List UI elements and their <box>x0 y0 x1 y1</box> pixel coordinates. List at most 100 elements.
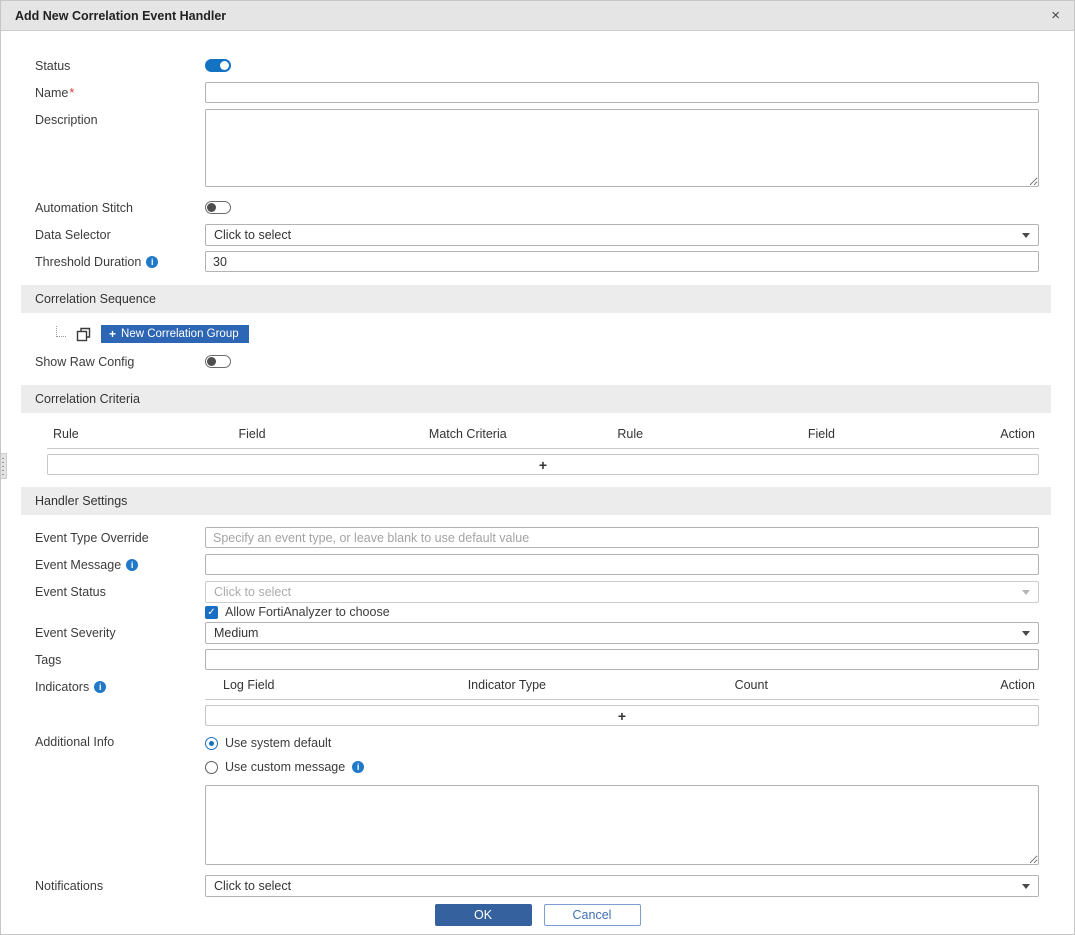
col-rule-2: Rule <box>617 427 807 441</box>
col-action: Action <box>935 678 1039 692</box>
use-system-default-radio[interactable] <box>205 737 218 750</box>
automation-stitch-toggle[interactable] <box>205 201 231 214</box>
section-handler-settings: Handler Settings <box>21 487 1051 515</box>
event-severity-dropdown[interactable]: Medium <box>205 622 1039 644</box>
show-raw-config-label: Show Raw Config <box>35 351 205 373</box>
indicators-add-row-button[interactable]: + <box>205 705 1039 726</box>
section-correlation-sequence: Correlation Sequence <box>21 285 1051 313</box>
ok-button[interactable]: OK <box>435 904 532 926</box>
col-count: Count <box>735 678 935 692</box>
event-message-row: Event Messagei <box>1 554 1074 576</box>
additional-info-row: Additional Info Use system default Use c… <box>1 731 1074 870</box>
chevron-down-icon <box>1022 631 1030 636</box>
info-icon[interactable]: i <box>146 256 158 268</box>
info-icon[interactable]: i <box>94 681 106 693</box>
col-field: Field <box>238 427 428 441</box>
event-status-value: Click to select <box>214 585 291 599</box>
event-severity-value: Medium <box>214 626 258 640</box>
allow-choose-row: ✓ Allow FortiAnalyzer to choose <box>205 605 1039 619</box>
required-mark: * <box>69 86 74 100</box>
event-type-override-label: Event Type Override <box>35 527 205 549</box>
threshold-label: Threshold Durationi <box>35 251 205 273</box>
notifications-label: Notifications <box>35 875 205 897</box>
data-selector-dropdown[interactable]: Click to select <box>205 224 1039 246</box>
criteria-add-row-button[interactable]: + <box>47 454 1039 475</box>
status-toggle[interactable] <box>205 59 231 72</box>
data-selector-row: Data Selector Click to select <box>1 224 1074 246</box>
dialog-footer: OK Cancel <box>1 904 1074 926</box>
use-custom-message-radio[interactable] <box>205 761 218 774</box>
panel-resize-handle[interactable] <box>1 453 7 479</box>
event-status-label: Event Status <box>35 581 205 603</box>
event-status-row: Event Status Click to select ✓ Allow For… <box>1 581 1074 622</box>
threshold-input[interactable] <box>205 251 1039 272</box>
description-textarea[interactable] <box>205 109 1039 187</box>
dialog-body: Status Name* Description Automation Stit… <box>1 31 1074 926</box>
use-custom-message-label: Use custom message <box>225 760 345 774</box>
name-label: Name* <box>35 82 205 104</box>
new-correlation-group-button[interactable]: + New Correlation Group <box>101 325 249 343</box>
indicators-row: Indicatorsi Log Field Indicator Type Cou… <box>1 676 1074 726</box>
status-label: Status <box>35 55 205 77</box>
indicators-table: Log Field Indicator Type Count Action + <box>205 676 1039 726</box>
status-row: Status <box>1 55 1074 77</box>
col-log-field: Log Field <box>205 678 468 692</box>
chevron-down-icon <box>1022 884 1030 889</box>
check-icon: ✓ <box>207 607 215 618</box>
show-raw-config-toggle[interactable] <box>205 355 231 368</box>
chevron-down-icon <box>1022 233 1030 238</box>
col-match-criteria: Match Criteria <box>429 427 617 441</box>
indicators-label: Indicatorsi <box>35 676 205 698</box>
correlation-group-icon[interactable] <box>76 327 91 342</box>
allow-fortianalyzer-checkbox[interactable]: ✓ <box>205 606 218 619</box>
notifications-dropdown[interactable]: Click to select <box>205 875 1039 897</box>
threshold-row: Threshold Durationi <box>1 251 1074 273</box>
notifications-row: Notifications Click to select <box>1 875 1074 897</box>
tags-row: Tags <box>1 649 1074 671</box>
col-indicator-type: Indicator Type <box>468 678 735 692</box>
tree-connector <box>56 326 66 337</box>
event-severity-row: Event Severity Medium <box>1 622 1074 644</box>
name-input[interactable] <box>205 82 1039 103</box>
event-severity-label: Event Severity <box>35 622 205 644</box>
chevron-down-icon <box>1022 590 1030 595</box>
data-selector-value: Click to select <box>214 228 291 242</box>
new-correlation-group-label: New Correlation Group <box>121 328 239 340</box>
notifications-value: Click to select <box>214 879 291 893</box>
criteria-table-header: Rule Field Match Criteria Rule Field Act… <box>47 425 1039 449</box>
event-type-override-row: Event Type Override <box>1 527 1074 549</box>
toggle-knob <box>207 203 216 212</box>
tags-label: Tags <box>35 649 205 671</box>
show-raw-config-row: Show Raw Config <box>1 351 1074 373</box>
correlation-sequence-tree: + New Correlation Group <box>1 325 1074 343</box>
event-message-input[interactable] <box>205 554 1039 575</box>
cancel-button[interactable]: Cancel <box>544 904 641 926</box>
info-icon[interactable]: i <box>352 761 364 773</box>
col-action: Action <box>998 427 1039 441</box>
dialog-title: Add New Correlation Event Handler <box>15 9 226 23</box>
automation-stitch-row: Automation Stitch <box>1 197 1074 219</box>
use-system-default-option: Use system default <box>205 731 1039 755</box>
section-correlation-criteria: Correlation Criteria <box>21 385 1051 413</box>
tags-input[interactable] <box>205 649 1039 670</box>
event-type-override-input[interactable] <box>205 527 1039 548</box>
plus-icon: + <box>539 457 547 473</box>
name-row: Name* <box>1 82 1074 104</box>
additional-info-label: Additional Info <box>35 731 205 753</box>
toggle-knob <box>220 61 229 70</box>
info-icon[interactable]: i <box>126 559 138 571</box>
close-icon[interactable]: × <box>1051 8 1060 23</box>
use-system-default-label: Use system default <box>225 736 331 750</box>
add-correlation-event-handler-dialog: { "titlebar": { "title": "Add New Correl… <box>0 0 1075 935</box>
data-selector-label: Data Selector <box>35 224 205 246</box>
automation-stitch-label: Automation Stitch <box>35 197 205 219</box>
plus-icon: + <box>618 708 626 724</box>
col-field-2: Field <box>808 427 998 441</box>
custom-message-textarea[interactable] <box>205 785 1039 865</box>
description-row: Description <box>1 109 1074 192</box>
event-status-dropdown: Click to select <box>205 581 1039 603</box>
use-custom-message-option: Use custom message i <box>205 755 1039 779</box>
event-message-label: Event Messagei <box>35 554 205 576</box>
description-label: Description <box>35 109 205 131</box>
correlation-criteria-table: Rule Field Match Criteria Rule Field Act… <box>1 425 1074 475</box>
